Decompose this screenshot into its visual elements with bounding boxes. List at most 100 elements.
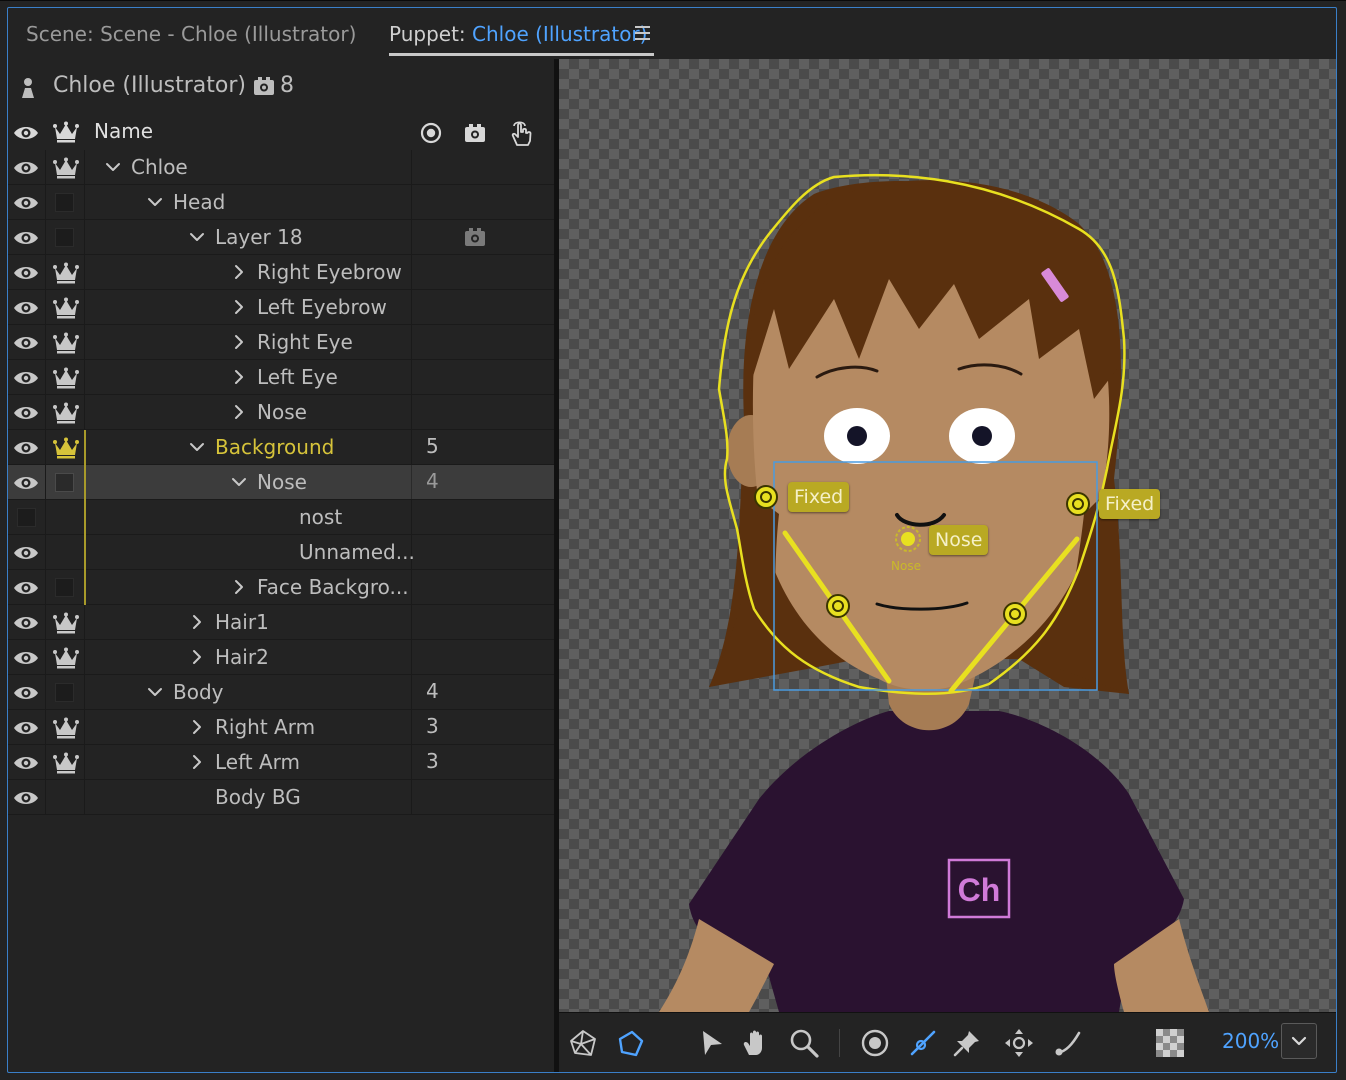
layer-name-cell[interactable]: Nose <box>85 465 412 499</box>
independence-cell[interactable] <box>46 780 85 814</box>
independence-cell[interactable] <box>46 500 85 534</box>
origin-column-icon[interactable] <box>420 122 442 144</box>
layer-name-cell[interactable]: Chloe <box>85 150 412 184</box>
crown-icon[interactable] <box>53 367 79 389</box>
independence-cell[interactable] <box>46 605 85 639</box>
layer-row[interactable]: nost <box>8 500 554 535</box>
visibility-cell[interactable] <box>8 500 46 534</box>
eye-icon[interactable] <box>13 545 39 561</box>
visibility-cell[interactable] <box>8 360 46 394</box>
eye-icon[interactable] <box>13 475 39 491</box>
mesh-icon[interactable] <box>567 1027 599 1059</box>
independence-cell[interactable] <box>46 290 85 324</box>
independence-toggle[interactable] <box>55 193 74 212</box>
visibility-cell[interactable] <box>8 535 46 569</box>
visibility-cell[interactable] <box>8 570 46 604</box>
pin-icon[interactable] <box>951 1027 983 1059</box>
independence-cell[interactable] <box>46 360 85 394</box>
eye-icon[interactable] <box>13 650 39 666</box>
crown-icon[interactable] <box>53 402 79 424</box>
layer-row[interactable]: Chloe <box>8 150 554 185</box>
independence-cell[interactable] <box>46 745 85 779</box>
visibility-cell[interactable] <box>8 255 46 289</box>
layer-row[interactable]: Right Eyebrow <box>8 255 554 290</box>
chevron-right-icon[interactable] <box>231 579 247 595</box>
crown-icon[interactable] <box>53 612 79 634</box>
layer-row[interactable]: Left Eyebrow <box>8 290 554 325</box>
chevron-right-icon[interactable] <box>231 404 247 420</box>
visibility-cell[interactable] <box>8 290 46 324</box>
chevron-right-icon[interactable] <box>189 754 205 770</box>
crown-icon[interactable] <box>53 717 79 739</box>
crown-icon[interactable] <box>53 437 79 459</box>
layer-name-cell[interactable]: Unnamed... <box>85 535 415 569</box>
tab-scene[interactable]: Scene: Scene - Chloe (Illustrator) <box>26 21 356 47</box>
eye-icon[interactable] <box>13 405 39 421</box>
tab-puppet[interactable]: Puppet: Chloe (Illustrator) <box>389 21 647 47</box>
independence-toggle[interactable] <box>55 228 74 247</box>
bend-icon[interactable] <box>1052 1027 1084 1059</box>
stick-icon[interactable] <box>907 1027 939 1059</box>
layer-row[interactable]: Unnamed... <box>8 535 554 570</box>
chevron-down-icon[interactable] <box>105 159 121 175</box>
chevron-right-icon[interactable] <box>189 649 205 665</box>
shape-icon[interactable] <box>614 1027 646 1059</box>
independence-toggle[interactable] <box>55 578 74 597</box>
visibility-cell[interactable] <box>8 780 46 814</box>
layer-row[interactable]: Layer 18 <box>8 220 554 255</box>
stick-handle-left[interactable] <box>826 594 850 618</box>
independence-cell[interactable] <box>46 255 85 289</box>
independence-cell[interactable] <box>46 710 85 744</box>
eye-icon[interactable] <box>13 160 39 176</box>
visibility-off-box[interactable] <box>17 508 36 527</box>
eye-icon[interactable] <box>13 790 39 806</box>
layer-name-cell[interactable]: Head <box>85 185 412 219</box>
independence-toggle[interactable] <box>55 683 74 702</box>
camera-column-icon[interactable] <box>464 123 486 143</box>
independence-toggle[interactable] <box>55 473 74 492</box>
crown-icon[interactable] <box>53 332 79 354</box>
transparency-icon[interactable] <box>1154 1027 1186 1059</box>
visibility-cell[interactable] <box>8 745 46 779</box>
crown-icon[interactable] <box>53 752 79 774</box>
eye-icon[interactable] <box>13 615 39 631</box>
chevron-right-icon[interactable] <box>231 369 247 385</box>
crown-icon[interactable] <box>53 647 79 669</box>
chevron-down-icon[interactable] <box>147 194 163 210</box>
eye-icon[interactable] <box>13 685 39 701</box>
eye-icon[interactable] <box>13 720 39 736</box>
zoom-level[interactable]: 200% <box>1222 1029 1279 1053</box>
independence-cell[interactable] <box>46 570 85 604</box>
chevron-right-icon[interactable] <box>231 299 247 315</box>
layer-row[interactable]: Right Eye <box>8 325 554 360</box>
panel-menu-icon[interactable] <box>635 25 652 41</box>
crown-icon[interactable] <box>53 157 79 179</box>
eye-icon[interactable] <box>13 230 39 246</box>
layer-row[interactable]: Face Backgro... <box>8 570 554 605</box>
layer-row[interactable]: Hair1 <box>8 605 554 640</box>
chevron-right-icon[interactable] <box>231 334 247 350</box>
layer-name-cell[interactable]: Left Arm <box>85 745 412 779</box>
independence-cell[interactable] <box>46 535 85 569</box>
camera-icon[interactable] <box>464 227 486 247</box>
layer-row[interactable]: Left Eye <box>8 360 554 395</box>
name-column-header[interactable]: Name <box>94 119 153 143</box>
independence-cell[interactable] <box>46 150 85 184</box>
eye-icon[interactable] <box>13 580 39 596</box>
visibility-cell[interactable] <box>8 675 46 709</box>
layer-row[interactable]: Body 4 <box>8 675 554 710</box>
layer-name-cell[interactable]: Body <box>85 675 412 709</box>
layer-name-cell[interactable]: Left Eyebrow <box>85 290 412 324</box>
layer-name-cell[interactable]: Right Arm <box>85 710 412 744</box>
select-arrow-icon[interactable] <box>696 1027 728 1059</box>
stick-handle-right[interactable] <box>1003 602 1027 626</box>
dragger-icon[interactable] <box>1003 1027 1035 1059</box>
visibility-cell[interactable] <box>8 220 46 254</box>
layer-name-cell[interactable]: Left Eye <box>85 360 412 394</box>
layer-row[interactable]: Nose 4 <box>8 465 554 500</box>
chevron-down-icon[interactable] <box>189 229 205 245</box>
layer-name-cell[interactable]: Right Eyebrow <box>85 255 412 289</box>
independence-cell[interactable] <box>46 325 85 359</box>
eye-icon[interactable] <box>13 265 39 281</box>
visibility-cell[interactable] <box>8 430 46 464</box>
